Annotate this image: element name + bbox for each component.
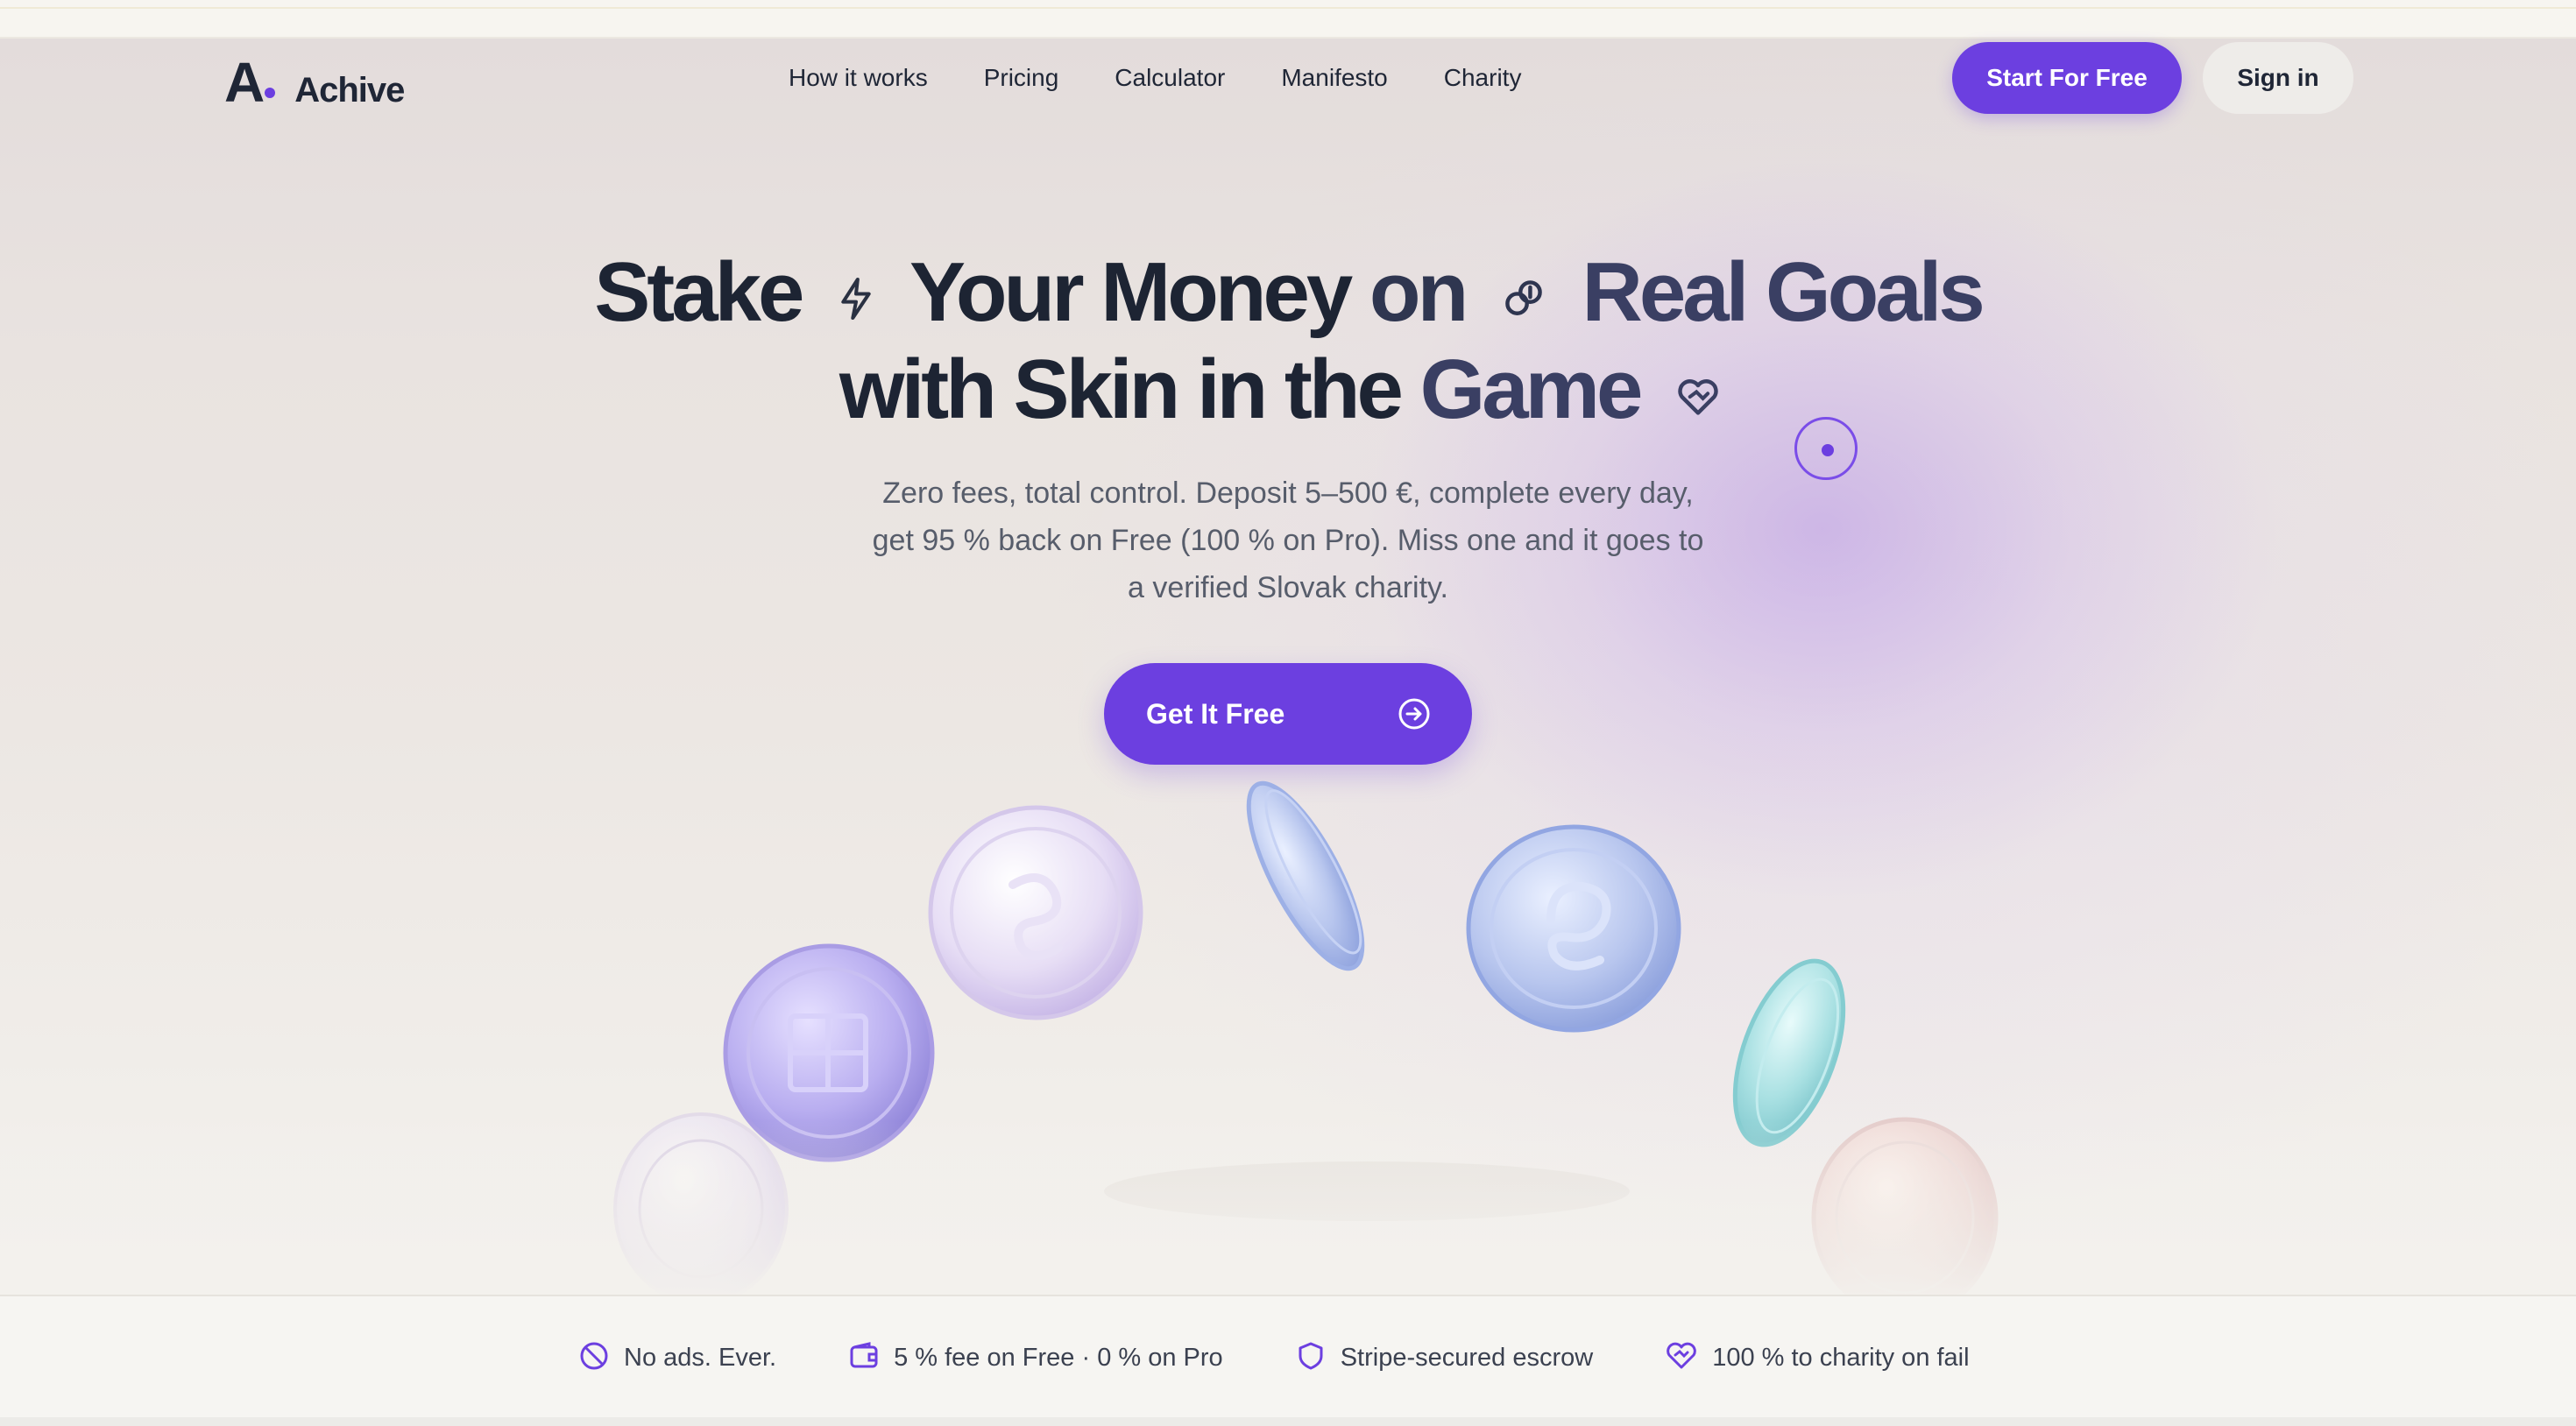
feature-list: No ads. Ever. 5 % fee on Free · 0 % on P… (578, 1340, 2042, 1376)
nav-link-how-it-works[interactable]: How it works (789, 63, 928, 93)
logo-dot (265, 88, 276, 98)
feature-escrow: Stripe-secured escrow (1295, 1340, 1594, 1376)
hero-subtitle-line-2: get 95 % back on Free (100 % on Pro). Mi… (872, 524, 1704, 557)
hero-subtitle: Zero fees, total control. Deposit 5–500 … (832, 469, 1744, 611)
browser-top-strip (0, 0, 2576, 39)
wallet-icon (848, 1340, 880, 1376)
coin-edge-blue (1246, 780, 1365, 971)
headline-word-on: on (1369, 245, 1468, 339)
hero-headline: Stake Your Money on Real Goals with Skin… (0, 247, 2576, 441)
headline-line-2: with Skin in the Game (0, 342, 2576, 441)
nav-links: How it works Pricing Calculator Manifest… (789, 63, 1577, 93)
feature-charity: 100 % to charity on fail (1665, 1340, 1970, 1376)
nav-link-manifesto[interactable]: Manifesto (1281, 63, 1387, 93)
feature-fee: 5 % fee on Free · 0 % on Pro (848, 1340, 1223, 1376)
get-it-free-label: Get It Free (1146, 697, 1285, 730)
logo-mark: A (224, 51, 265, 114)
logo-text: Achive (294, 71, 405, 109)
headline-real-goals: Real Goals (1582, 245, 1985, 339)
nav-link-charity[interactable]: Charity (1444, 63, 1522, 93)
sign-in-button[interactable]: Sign in (2203, 42, 2353, 114)
nav-link-pricing[interactable]: Pricing (984, 63, 1059, 93)
arrow-circle-right-icon (1397, 696, 1432, 734)
coins-illustration (0, 780, 2576, 1296)
heart-handshake-icon (1675, 344, 1721, 435)
feature-label: 100 % to charity on fail (1712, 1344, 1970, 1372)
start-for-free-button[interactable]: Start For Free (1952, 42, 2182, 114)
headline-word-stake: Stake (594, 245, 804, 339)
headline-skin-in-the: with Skin in the (839, 342, 1404, 436)
feature-label: No ads. Ever. (624, 1344, 777, 1372)
feature-no-ads: No ads. Ever. (578, 1340, 776, 1376)
hero-subtitle-line-1: Zero fees, total control. Deposit 5–500 … (882, 477, 1694, 510)
shield-icon (1295, 1340, 1327, 1376)
no-ads-icon (578, 1340, 610, 1376)
headline-line-1: Stake Your Money on Real Goals (0, 247, 2576, 344)
headline-your-money: Your Money (909, 245, 1353, 339)
coin-blue (1466, 824, 1681, 1033)
nav-link-calculator[interactable]: Calculator (1115, 63, 1225, 93)
feature-label: 5 % fee on Free · 0 % on Pro (894, 1344, 1223, 1372)
coin-lavender (928, 805, 1143, 1020)
hero-subtitle-line-3: a verified Slovak charity. (1128, 571, 1448, 604)
logo[interactable]: A Achive (224, 51, 405, 114)
get-it-free-button[interactable]: Get It Free (1104, 663, 1472, 765)
link-icon (1501, 248, 1546, 339)
cursor-indicator (1794, 417, 1858, 480)
feature-label: Stripe-secured escrow (1340, 1344, 1594, 1372)
feature-bar: No ads. Ever. 5 % fee on Free · 0 % on P… (0, 1295, 2576, 1417)
heart-handshake-icon (1665, 1340, 1698, 1376)
top-nav: A Achive How it works Pricing Calculator… (0, 39, 2576, 119)
page-bottom-edge (0, 1417, 2576, 1426)
lightning-icon (837, 248, 875, 339)
headline-word-game: Game (1419, 342, 1644, 436)
